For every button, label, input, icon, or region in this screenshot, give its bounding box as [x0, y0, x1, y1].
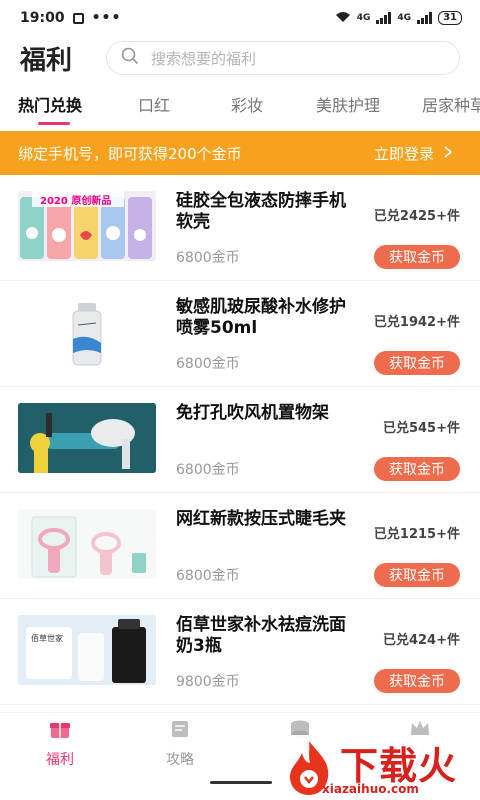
login-link-label: 立即登录: [373, 144, 434, 163]
hair-dryer-holder-image: [18, 403, 156, 473]
product-price: 6800金币: [176, 250, 240, 266]
product-title: 敏感肌玻尿酸补水修护喷雾50ml: [176, 297, 346, 338]
battery-icon: 31: [438, 11, 462, 25]
product-price: 9800金币: [176, 674, 240, 690]
tab-indicator: [38, 122, 70, 125]
product-redeemed-count: 已兑2425+件: [373, 209, 460, 224]
get-coins-button[interactable]: 获取金币: [374, 563, 460, 587]
product-title: 网红新款按压式睫毛夹: [176, 509, 346, 529]
get-coins-button[interactable]: 获取金币: [374, 351, 460, 375]
product-item[interactable]: 佰草世家 佰草世家补水祛痘洗面奶3瓶 9800金币 已兑424+件 获取金币: [0, 599, 480, 705]
search-input[interactable]: 搜索想要的福利: [151, 48, 256, 69]
product-price: 6800金币: [176, 462, 240, 478]
gift-icon: [49, 719, 71, 743]
watermark: 下载火 xiazaihuo.com: [280, 735, 480, 800]
more-dots-icon: •••: [91, 10, 122, 26]
article-icon: [170, 719, 190, 743]
status-bar: 19:00 ••• 4G 4G 31: [0, 0, 480, 36]
tab-lipstick[interactable]: 口红: [138, 92, 170, 116]
home-indicator: [210, 781, 272, 784]
chevron-right-icon: [444, 144, 453, 162]
search-bar[interactable]: 搜索想要的福利: [106, 41, 460, 75]
category-tabs: 热门兑换 口红 彩妆 美肤护理 居家种草: [0, 84, 480, 130]
product-item[interactable]: 网红新款按压式睫毛夹 6800金币 已兑1215+件 获取金币: [0, 493, 480, 599]
status-time: 19:00: [20, 10, 65, 26]
product-price: 6800金币: [176, 568, 240, 584]
product-item[interactable]: 敏感肌玻尿酸补水修护喷雾50ml 6800金币 已兑1942+件 获取金币: [0, 281, 480, 387]
signal-label-2: 4G: [397, 13, 412, 23]
get-coins-button[interactable]: 获取金币: [374, 457, 460, 481]
product-redeemed-count: 已兑545+件: [382, 421, 460, 436]
product-item[interactable]: 免打孔吹风机置物架 6800金币 已兑545+件 获取金币: [0, 387, 480, 493]
get-coins-button[interactable]: 获取金币: [374, 669, 460, 693]
page-title: 福利: [20, 45, 73, 76]
nav-welfare[interactable]: 福利: [30, 719, 90, 769]
product-title: 硅胶全包液态防摔手机软壳: [176, 191, 346, 232]
product-item[interactable]: 2020 原创新品 硅胶全包液态防摔手机软壳 6800金币 已兑2425+件 获…: [0, 175, 480, 281]
wifi-icon: [335, 11, 351, 26]
signal-icon: [376, 12, 392, 24]
phone-case-image: 2020 原创新品: [18, 191, 156, 261]
login-banner[interactable]: 绑定手机号，即可获得200个金币 立即登录: [0, 131, 480, 175]
nav-label: 福利: [46, 752, 74, 768]
banner-text: 绑定手机号，即可获得200个金币: [18, 144, 242, 163]
tab-makeup[interactable]: 彩妆: [231, 92, 263, 116]
product-title: 佰草世家补水祛痘洗面奶3瓶: [176, 615, 346, 656]
tab-skincare[interactable]: 美肤护理: [316, 92, 380, 116]
tab-home[interactable]: 居家种草: [422, 92, 480, 116]
product-price: 6800金币: [176, 356, 240, 372]
signal-label-1: 4G: [356, 13, 371, 23]
product-redeemed-count: 已兑1942+件: [373, 315, 460, 330]
tab-hot-exchange[interactable]: 热门兑换: [18, 92, 82, 116]
product-redeemed-count: 已兑424+件: [382, 633, 460, 648]
product-title: 免打孔吹风机置物架: [176, 403, 329, 423]
product-list: 2020 原创新品 硅胶全包液态防摔手机软壳 6800金币 已兑2425+件 获…: [0, 175, 480, 705]
thumb-label: 佰草世家: [31, 634, 63, 643]
cleanser-image: 佰草世家: [18, 615, 156, 685]
spray-bottle-image: [18, 297, 156, 367]
search-icon: [121, 47, 139, 69]
header: 福利 搜索想要的福利: [0, 36, 480, 80]
get-coins-button[interactable]: 获取金币: [374, 245, 460, 269]
login-link[interactable]: 立即登录: [373, 143, 453, 164]
notification-icon: [72, 12, 84, 24]
thumb-label: 2020 原创新品: [40, 196, 112, 207]
nav-guide[interactable]: 攻略: [150, 719, 210, 769]
nav-label: 攻略: [166, 752, 194, 768]
signal-icon-2: [417, 12, 433, 24]
product-redeemed-count: 已兑1215+件: [373, 527, 460, 542]
eyelash-curler-image: [18, 509, 156, 579]
watermark-url: xiazaihuo.com: [322, 782, 419, 796]
